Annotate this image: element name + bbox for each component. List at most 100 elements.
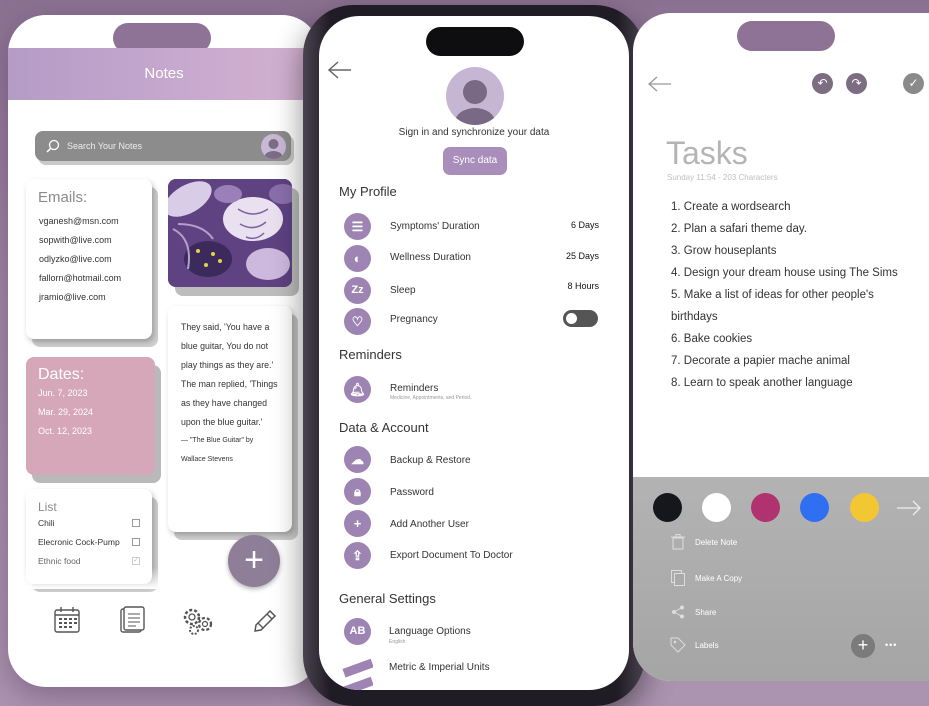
make-copy-item[interactable]: Make A Copy	[695, 574, 742, 583]
undo-icon[interactable]: ↶	[812, 73, 833, 94]
list-item-checkbox-checked[interactable]: ✓	[132, 557, 140, 565]
emails-card[interactable]: Emails: vganesh@msn.com sopwith@live.com…	[26, 179, 152, 339]
list-item-label: Ethnic food	[38, 556, 81, 566]
quote-line: upon the blue guitar.'	[181, 417, 263, 427]
trash-icon	[671, 534, 685, 550]
copy-icon	[671, 570, 685, 586]
section-data-account: Data & Account	[339, 420, 429, 435]
backup-restore-item[interactable]: Backup & Restore	[390, 455, 471, 466]
back-arrow-icon[interactable]	[647, 74, 673, 94]
task-item[interactable]: 6. Bake cookies	[671, 333, 752, 345]
wellness-duration-value: 25 Days	[565, 251, 599, 261]
email-item: fallorn@hotmail.com	[39, 273, 122, 283]
quote-line: They said, 'You have a	[181, 322, 270, 332]
email-item: jramio@live.com	[39, 292, 106, 302]
sign-in-text: Sign in and synchronize your data	[398, 127, 550, 138]
add-label-button[interactable]: +	[851, 634, 875, 658]
export-document-item[interactable]: Export Document To Doctor	[390, 550, 513, 561]
settings-gears-icon[interactable]	[180, 603, 214, 637]
wellness-icon: ◐	[344, 245, 371, 272]
email-item: odlyzko@live.com	[39, 254, 112, 264]
calendar-icon[interactable]	[52, 605, 82, 635]
task-item[interactable]: 5. Make a list of ideas for other people…	[671, 289, 874, 301]
task-item[interactable]: 3. Grow houseplants	[671, 245, 776, 257]
back-arrow-icon[interactable]	[327, 60, 353, 80]
quote-line: The man replied, 'Things	[181, 379, 278, 389]
delete-note-item[interactable]: Delete Note	[695, 538, 737, 547]
task-item[interactable]: 1. Create a wordsearch	[671, 201, 791, 213]
sync-data-button[interactable]: Sync data	[443, 147, 507, 175]
list-title: List	[38, 500, 57, 514]
dates-title: Dates:	[38, 366, 85, 383]
color-swatch-white[interactable]	[702, 493, 731, 522]
task-item-continued[interactable]: birthdays	[671, 311, 718, 323]
dates-card[interactable]: Dates: Jun. 7, 2023 Mar. 29, 2024 Oct. 1…	[26, 357, 155, 475]
task-item[interactable]: 2. Plan a safari theme day.	[671, 223, 807, 235]
dynamic-island	[426, 27, 524, 56]
search-placeholder: Search Your Notes	[67, 141, 143, 151]
section-reminders: Reminders	[339, 347, 402, 362]
symptoms-duration-label[interactable]: Symptoms' Duration	[390, 221, 480, 232]
task-item[interactable]: 8. Learn to speak another language	[671, 377, 853, 389]
color-swatch-yellow[interactable]	[850, 493, 879, 522]
sleep-label[interactable]: Sleep	[390, 285, 416, 296]
user-icon	[455, 80, 495, 125]
language-icon: AB	[344, 618, 371, 645]
quote-attribution: — "The Blue Guitar" by	[181, 437, 254, 444]
tasks-screen: ↶ ↷ ✓ Tasks Sunday 11:54 - 203 Character…	[633, 13, 929, 681]
list-item-label: Elecronic Cock-Pump	[38, 537, 120, 547]
language-sublabel: English	[389, 639, 406, 645]
color-swatch-blue[interactable]	[800, 493, 829, 522]
floral-image-card[interactable]	[168, 179, 292, 287]
quote-line: play things as they are.'	[181, 360, 274, 370]
metric-units-item[interactable]: Metric & Imperial Units	[389, 662, 490, 673]
add-another-user-item[interactable]: Add Another User	[390, 519, 469, 530]
add-note-button[interactable]: +	[228, 535, 280, 587]
pregnancy-icon: ♡	[344, 308, 371, 335]
color-swatch-magenta[interactable]	[751, 493, 780, 522]
bell-icon: 🔔︎	[344, 376, 371, 403]
quote-card[interactable]: They said, 'You have a blue guitar, You …	[168, 306, 292, 532]
redo-icon[interactable]: ↷	[846, 73, 867, 94]
avatar[interactable]	[261, 134, 286, 159]
emails-title: Emails:	[38, 189, 88, 206]
floral-pattern-image	[168, 179, 292, 287]
ruler-icon	[342, 658, 373, 690]
done-check-icon[interactable]: ✓	[903, 73, 924, 94]
date-item: Oct. 12, 2023	[38, 426, 93, 436]
sleep-value: 8 Hours	[567, 281, 599, 291]
pencil-icon[interactable]	[250, 605, 280, 635]
section-my-profile: My Profile	[339, 184, 397, 199]
share-item[interactable]: Share	[695, 608, 716, 617]
notes-icon[interactable]	[116, 605, 146, 635]
section-general-settings: General Settings	[339, 591, 436, 606]
dynamic-island	[737, 21, 835, 51]
list-item-checkbox[interactable]	[132, 538, 140, 546]
symptoms-duration-value: 6 Days	[570, 220, 599, 230]
sliders-icon: ☰	[344, 213, 371, 240]
label-tag-icon	[670, 637, 686, 653]
profile-avatar[interactable]	[446, 67, 504, 125]
password-item[interactable]: Password	[390, 487, 434, 498]
wellness-duration-label[interactable]: Wellness Duration	[390, 252, 471, 263]
labels-item[interactable]: Labels	[695, 641, 719, 650]
pregnancy-toggle[interactable]	[563, 310, 598, 327]
toggle-knob	[566, 313, 577, 324]
task-item[interactable]: 7. Decorate a papier mache animal	[671, 355, 850, 367]
email-item: sopwith@live.com	[39, 235, 112, 245]
add-user-icon: +	[344, 510, 371, 537]
quote-line: blue guitar, You do not	[181, 341, 269, 351]
list-item-checkbox[interactable]	[132, 519, 140, 527]
task-item[interactable]: 4. Design your dream house using The Sim…	[671, 267, 898, 279]
note-title[interactable]: Tasks	[666, 135, 748, 172]
profile-screen: Sign in and synchronize your data Sync d…	[319, 16, 629, 690]
more-options-icon[interactable]: •••	[885, 640, 897, 650]
user-icon	[264, 139, 283, 159]
note-meta: Sunday 11:54 - 203 Characters	[667, 173, 778, 182]
reminders-label[interactable]: Reminders	[390, 383, 438, 394]
language-options-item[interactable]: Language Options	[389, 626, 471, 637]
reminders-sublabel: Medicine, Appointments, and Period.	[390, 395, 472, 401]
arrow-right-icon[interactable]	[896, 500, 922, 516]
color-swatch-black[interactable]	[653, 493, 682, 522]
lock-icon: 🔒︎	[344, 478, 371, 505]
